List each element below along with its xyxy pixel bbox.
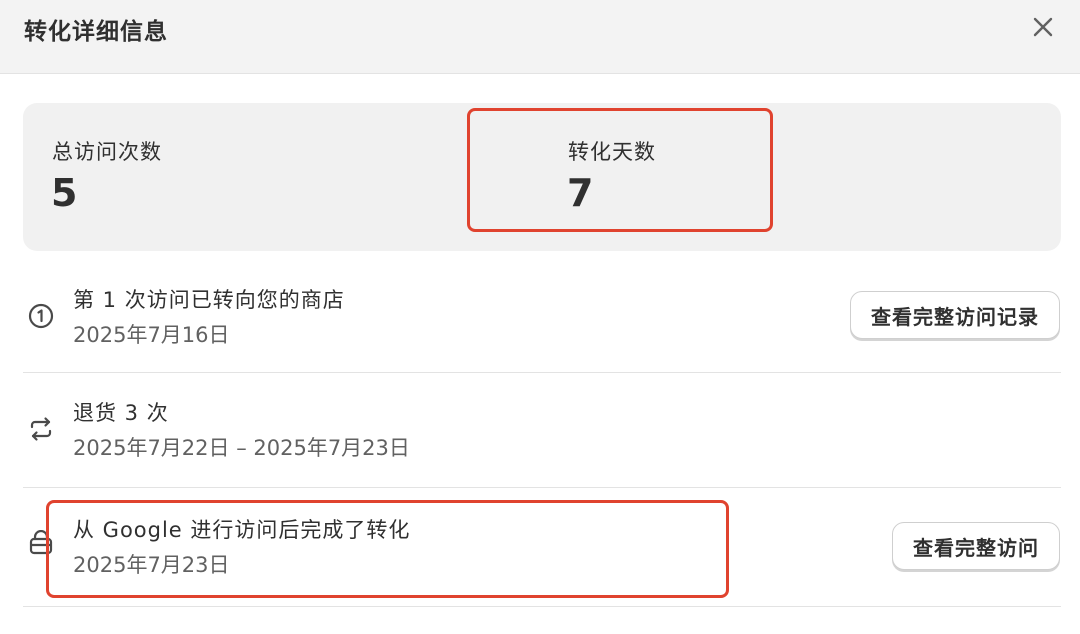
visits-label: 总访问次数 xyxy=(52,140,162,164)
view-full-visit-button[interactable]: 查看完整访问 xyxy=(892,522,1060,570)
timeline-item-first-visit: 第 1 次访问已转向您的商店 2025年7月16日 查看完整访问记录 xyxy=(23,264,1061,372)
timeline-item-date: 2025年7月16日 xyxy=(73,323,230,347)
highlight-box xyxy=(467,108,773,232)
close-icon[interactable] xyxy=(1026,10,1060,44)
timeline-item-title: 第 1 次访问已转向您的商店 xyxy=(73,288,345,312)
visits-value: 5 xyxy=(51,171,78,215)
modal-title: 转化详细信息 xyxy=(24,19,168,45)
return-arrows-icon xyxy=(27,415,55,443)
timeline-item-date: 2025年7月22日 – 2025年7月23日 xyxy=(73,436,410,460)
timeline-item-returns: 退货 3 次 2025年7月22日 – 2025年7月23日 xyxy=(23,373,1061,487)
timeline-item-title: 退货 3 次 xyxy=(73,401,169,425)
numbered-circle-icon xyxy=(27,302,55,330)
modal-header: 转化详细信息 xyxy=(0,0,1080,74)
divider xyxy=(23,606,1061,607)
view-full-visit-history-button[interactable]: 查看完整访问记录 xyxy=(850,291,1060,339)
highlight-box xyxy=(46,500,729,598)
